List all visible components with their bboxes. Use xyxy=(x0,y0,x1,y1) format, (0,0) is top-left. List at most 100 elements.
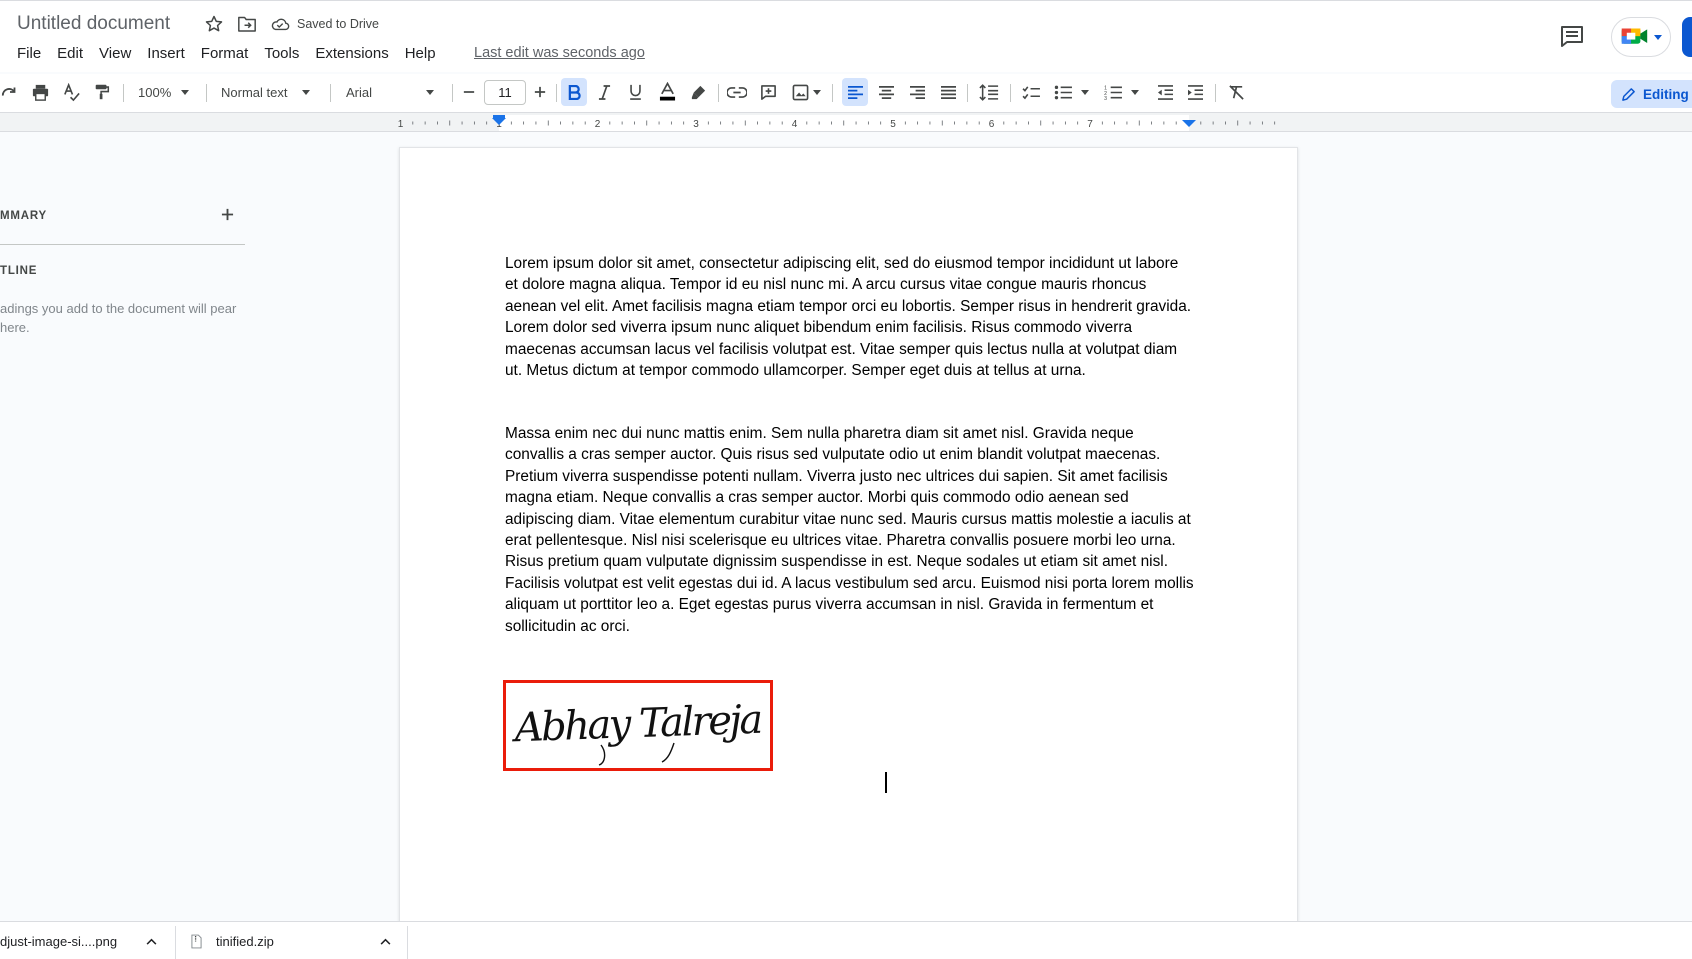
increase-font-size-button[interactable] xyxy=(527,78,553,106)
signature-image[interactable]: Abhay Talreja xyxy=(503,680,773,771)
summary-heading: MMARY xyxy=(0,210,48,222)
chevron-up-icon[interactable] xyxy=(146,938,157,945)
align-right-button[interactable] xyxy=(904,78,930,106)
ruler: 11234567 xyxy=(0,112,1692,132)
sidebar-divider xyxy=(0,244,245,245)
toolbar-divider xyxy=(330,84,331,102)
svg-text:3: 3 xyxy=(1104,96,1107,100)
download-divider xyxy=(407,926,408,959)
toolbar-divider xyxy=(556,84,557,102)
menu-view[interactable]: View xyxy=(99,45,131,62)
line-spacing-button[interactable] xyxy=(975,78,1003,106)
star-icon[interactable] xyxy=(204,14,224,34)
zoom-select[interactable]: 100% xyxy=(132,78,198,106)
increase-indent-icon xyxy=(1187,84,1203,100)
bulleted-list-button[interactable] xyxy=(1049,78,1093,106)
numbered-list-button[interactable]: 123 xyxy=(1099,78,1143,106)
folder-move-icon[interactable] xyxy=(237,15,257,33)
editing-mode-label: Editing xyxy=(1643,86,1689,102)
body-paragraph[interactable]: Lorem ipsum dolor sit amet, consectetur … xyxy=(505,253,1195,381)
redo-button[interactable] xyxy=(0,78,20,106)
chevron-down-icon xyxy=(1130,89,1139,95)
editing-mode-button[interactable]: Editing xyxy=(1611,80,1692,108)
pencil-icon xyxy=(1622,87,1635,101)
doc-header: Untitled document Saved to Drive File Ed… xyxy=(0,0,1692,72)
chevron-down-icon xyxy=(1080,89,1089,95)
zoom-value: 100% xyxy=(138,84,172,100)
bold-button[interactable] xyxy=(561,78,587,106)
plus-icon xyxy=(534,86,546,98)
font-select[interactable]: Arial xyxy=(338,78,448,106)
download-filename: tinified.zip xyxy=(216,933,274,949)
decrease-font-size-button[interactable] xyxy=(456,78,482,106)
add-comment-icon xyxy=(760,84,776,100)
italic-button[interactable] xyxy=(591,78,617,106)
paragraph-style-select[interactable]: Normal text xyxy=(214,78,324,106)
meet-button[interactable] xyxy=(1611,17,1671,57)
align-center-button[interactable] xyxy=(873,78,899,106)
insert-link-button[interactable] xyxy=(724,78,750,106)
menu-tools[interactable]: Tools xyxy=(264,45,299,62)
toolbar-divider xyxy=(123,84,124,102)
chevron-up-icon[interactable] xyxy=(380,938,391,945)
menu-help[interactable]: Help xyxy=(405,45,436,62)
last-edit-link[interactable]: Last edit was seconds ago xyxy=(474,45,645,61)
toolbar-divider xyxy=(718,84,719,102)
bulleted-list-icon xyxy=(1054,85,1072,99)
handwritten-signature: Abhay Talreja xyxy=(510,697,762,766)
justify-button[interactable] xyxy=(935,78,961,106)
toolbar-divider xyxy=(1215,84,1216,102)
menu-file[interactable]: File xyxy=(17,45,41,62)
align-right-icon xyxy=(909,85,925,99)
decrease-indent-button[interactable] xyxy=(1152,78,1178,106)
first-line-indent-marker[interactable] xyxy=(493,115,505,118)
align-left-button[interactable] xyxy=(842,78,868,106)
menu-edit[interactable]: Edit xyxy=(57,45,83,62)
toolbar-divider xyxy=(452,84,453,102)
highlight-color-button[interactable] xyxy=(685,78,711,106)
share-button[interactable] xyxy=(1682,17,1692,57)
ruler-number: 6 xyxy=(989,119,995,130)
download-item[interactable]: tinified.zip xyxy=(191,922,401,959)
document-title[interactable]: Untitled document xyxy=(17,13,170,35)
increase-indent-button[interactable] xyxy=(1182,78,1208,106)
cloud-done-icon[interactable] xyxy=(270,16,290,32)
font-value: Arial xyxy=(346,84,373,100)
add-summary-button[interactable] xyxy=(216,203,238,225)
ruler-number: 2 xyxy=(595,119,601,130)
add-comment-button[interactable] xyxy=(755,78,781,106)
paint-format-button[interactable] xyxy=(89,78,115,106)
zip-file-icon xyxy=(191,934,202,948)
underline-button[interactable] xyxy=(622,78,648,106)
paint-format-icon xyxy=(95,84,110,100)
horizontal-ruler[interactable]: 11234567 xyxy=(395,115,1297,131)
comments-icon[interactable] xyxy=(1559,24,1585,48)
redo-icon xyxy=(1,87,16,96)
checklist-button[interactable] xyxy=(1018,78,1044,106)
toolbar-divider xyxy=(206,84,207,102)
link-icon xyxy=(727,86,747,98)
text-color-icon xyxy=(659,82,675,101)
paragraph-style-value: Normal text xyxy=(221,84,288,100)
body-paragraph[interactable]: Massa enim nec dui nunc mattis enim. Sem… xyxy=(505,423,1195,637)
font-size-input[interactable]: 11 xyxy=(484,80,526,105)
document-page[interactable]: Lorem ipsum dolor sit amet, consectetur … xyxy=(399,147,1298,925)
menu-extensions[interactable]: Extensions xyxy=(315,45,388,62)
ruler-number: 3 xyxy=(693,119,699,130)
menu-bar: File Edit View Insert Format Tools Exten… xyxy=(17,45,452,62)
text-cursor xyxy=(885,772,887,793)
insert-image-button[interactable] xyxy=(786,78,826,106)
clear-formatting-button[interactable] xyxy=(1223,78,1249,106)
spellcheck-button[interactable] xyxy=(58,78,84,106)
toolbar-divider xyxy=(832,84,833,102)
menu-insert[interactable]: Insert xyxy=(147,45,185,62)
menu-format[interactable]: Format xyxy=(201,45,249,62)
outline-sidebar: MMARY TLINE adings you add to the docume… xyxy=(0,133,250,923)
chevron-down-icon xyxy=(302,89,311,95)
outline-heading: TLINE xyxy=(0,265,38,277)
minus-icon xyxy=(463,91,475,93)
text-color-button[interactable] xyxy=(654,78,680,106)
align-center-icon xyxy=(878,85,894,99)
print-button[interactable] xyxy=(27,78,53,106)
download-item[interactable]: djust-image-si....png xyxy=(0,922,165,959)
